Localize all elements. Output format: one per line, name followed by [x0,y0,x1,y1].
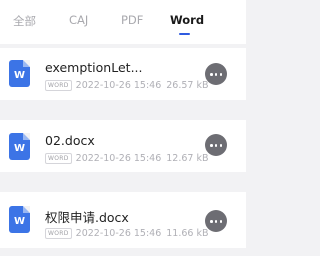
active-tab-indicator [179,33,190,35]
file-card[interactable]: W exemptionLet... WORD 2022-10-26 15:46 … [0,48,246,100]
word-file-icon: W [9,206,30,233]
tab-caj[interactable]: CAJ [69,13,88,27]
file-date: 2022-10-26 15:46 [75,228,162,239]
file-type-badge: WORD [45,80,72,91]
more-icon[interactable] [205,134,227,156]
file-date: 2022-10-26 15:46 [75,80,162,91]
file-card[interactable]: W 权限申请.docx WORD 2022-10-26 15:46 11.66 … [0,192,246,248]
file-card[interactable]: W 02.docx WORD 2022-10-26 15:46 12.67 kB [0,120,246,172]
word-file-icon: W [9,133,30,160]
tab-word[interactable]: Word [170,13,204,27]
more-icon[interactable] [205,210,227,232]
tab-all[interactable]: 全部 [13,13,36,29]
file-meta: WORD 2022-10-26 15:46 26.57 kB [45,80,209,91]
file-meta: WORD 2022-10-26 15:46 11.66 kB [45,228,209,239]
file-date: 2022-10-26 15:46 [75,153,162,164]
file-size: 26.57 kB [166,80,209,91]
file-size: 11.66 kB [166,228,209,239]
more-icon[interactable] [205,63,227,85]
file-meta: WORD 2022-10-26 15:46 12.67 kB [45,153,209,164]
file-type-badge: WORD [45,228,72,239]
file-type-badge: WORD [45,153,72,164]
file-name: 02.docx [45,133,95,148]
tab-pdf[interactable]: PDF [121,13,143,27]
file-name: 权限申请.docx [45,210,129,225]
word-file-icon: W [9,60,30,87]
file-size: 12.67 kB [166,153,209,164]
file-name: exemptionLet... [45,60,143,75]
tab-bar: 全部 CAJ PDF Word [0,0,246,44]
